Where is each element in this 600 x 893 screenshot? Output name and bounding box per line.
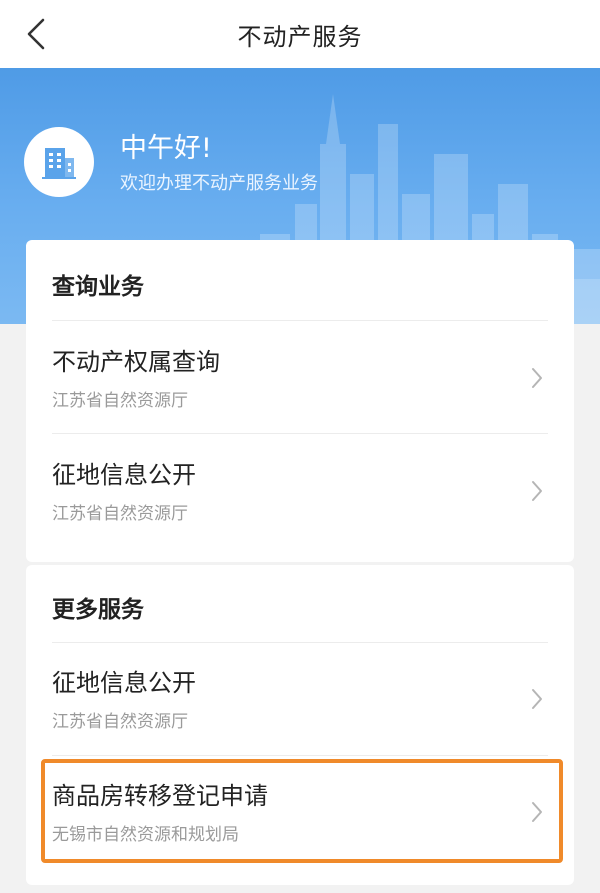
divider (52, 320, 548, 321)
page-title: 不动产服务 (237, 22, 363, 51)
divider (52, 642, 548, 643)
back-button[interactable] (14, 14, 58, 54)
chevron-right-icon (532, 689, 542, 709)
service-item-title: 商品房转移登记申请 (52, 782, 268, 810)
chevron-left-icon (27, 18, 45, 50)
greeting-text: 中午好! (120, 133, 212, 164)
service-item-title: 征地信息公开 (52, 669, 196, 697)
divider (52, 433, 548, 434)
service-item-subtitle: 江苏省自然资源厅 (52, 391, 188, 411)
service-item-subtitle: 江苏省自然资源厅 (52, 504, 188, 524)
chevron-right-icon (532, 802, 542, 822)
chevron-right-icon (532, 481, 542, 501)
service-item-land-acquisition-info[interactable]: 征地信息公开 江苏省自然资源厅 (26, 645, 574, 753)
welcome-text: 欢迎办理不动产服务业务 (120, 173, 318, 194)
top-navbar: 不动产服务 (0, 0, 600, 68)
building-icon (24, 127, 94, 197)
section-title: 更多服务 (52, 597, 144, 623)
chevron-right-icon (532, 368, 542, 388)
section-title: 查询业务 (52, 274, 144, 300)
service-item-title: 征地信息公开 (52, 461, 196, 489)
divider (52, 755, 548, 756)
service-item-land-acquisition-info[interactable]: 征地信息公开 江苏省自然资源厅 (26, 437, 574, 545)
service-item-property-ownership-query[interactable]: 不动产权属查询 江苏省自然资源厅 (26, 324, 574, 432)
service-item-commercial-housing-transfer[interactable]: 商品房转移登记申请 无锡市自然资源和规划局 (26, 758, 574, 866)
service-item-subtitle: 江苏省自然资源厅 (52, 712, 188, 732)
service-item-title: 不动产权属查询 (52, 348, 220, 376)
more-services-card: 更多服务 征地信息公开 江苏省自然资源厅 商品房转移登记申请 无锡市自然资源和规… (26, 565, 574, 885)
service-item-subtitle: 无锡市自然资源和规划局 (52, 825, 239, 845)
query-services-card: 查询业务 不动产权属查询 江苏省自然资源厅 征地信息公开 江苏省自然资源厅 (26, 240, 574, 562)
